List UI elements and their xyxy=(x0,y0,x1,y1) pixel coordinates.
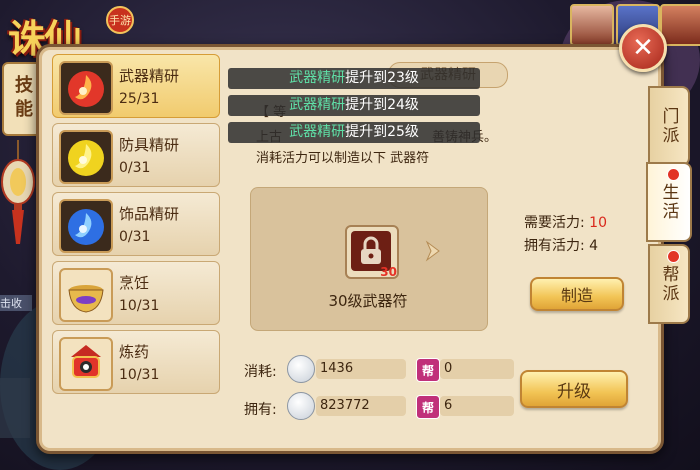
tab-label: 门派 xyxy=(658,107,679,145)
toast-text: 提升到25级 xyxy=(345,124,419,140)
silver-coin-icon xyxy=(287,355,315,383)
skill-item-name: 武器精研 xyxy=(119,67,180,85)
symbol-count: 30 xyxy=(380,265,397,279)
upgrade-button[interactable]: 升级 xyxy=(520,370,628,408)
level-up-toast: 武器精研提升到24级 xyxy=(228,95,480,116)
hud-chat-panel xyxy=(0,378,30,438)
alchemy-furnace-icon xyxy=(59,337,113,391)
skill-item-level: 0/31 xyxy=(119,160,151,176)
arrow-right-icon xyxy=(425,240,440,262)
party-avatar[interactable] xyxy=(660,4,700,46)
cost-guild: 0 xyxy=(440,359,514,379)
level-up-toast: 武器精研提升到23级 xyxy=(228,68,480,89)
skill-item-name: 炼药 xyxy=(119,343,150,361)
cooking-pot-icon xyxy=(59,268,113,322)
skill-item-armor[interactable]: 防具精研 0/31 xyxy=(52,123,220,187)
cost-label: 消耗: xyxy=(244,364,277,380)
tab-sect[interactable]: 门派 xyxy=(648,86,690,166)
guild-contribution-icon: 帮 xyxy=(416,358,440,382)
accessory-skill-icon xyxy=(59,199,113,253)
skill-item-cooking[interactable]: 烹饪 10/31 xyxy=(52,261,220,325)
tab-label: 帮派 xyxy=(658,265,679,303)
energy-owned: 拥有活力: 4 xyxy=(524,235,598,255)
skill-item-level: 10/31 xyxy=(119,367,160,383)
skill-item-weapon[interactable]: 武器精研 25/31 xyxy=(52,54,220,118)
toast-text: 提升到24级 xyxy=(345,97,419,113)
hud-chat-tab-label: 击收 xyxy=(0,297,22,310)
guild-contribution-icon: 帮 xyxy=(416,395,440,419)
skill-item-alchemy[interactable]: 炼药 10/31 xyxy=(52,330,220,394)
toast-text: 提升到23级 xyxy=(345,70,419,86)
own-label: 拥有: xyxy=(244,402,277,418)
skill-desc-line3: 消耗活力可以制造以下 武器符 xyxy=(256,151,430,166)
energy-required-value: 10 xyxy=(589,215,607,231)
skill-item-accessory[interactable]: 饰品精研 0/31 xyxy=(52,192,220,256)
close-icon: ✕ xyxy=(632,33,654,63)
energy-required-label: 需要活力: xyxy=(524,215,585,231)
notification-dot xyxy=(667,168,680,181)
hud-chat-tab[interactable]: 击收 xyxy=(0,295,32,311)
notification-dot xyxy=(667,250,680,263)
own-guild: 6 xyxy=(440,396,514,416)
skill-item-level: 25/31 xyxy=(119,91,160,107)
energy-required: 需要活力: 10 xyxy=(524,212,607,232)
silver-coin-icon xyxy=(287,392,315,420)
tab-label: 生活 xyxy=(658,183,679,221)
toast-highlight: 武器精研 xyxy=(289,124,346,140)
level-up-toast: 武器精研提升到25级 xyxy=(228,122,480,143)
skill-list: 武器精研 25/31 防具精研 0/31 饰品精研 0/31 烹饪 10/31 … xyxy=(52,54,222,399)
skill-item-name: 防具精研 xyxy=(119,136,180,154)
craft-button[interactable]: 制造 xyxy=(530,277,624,311)
skill-item-level: 0/31 xyxy=(119,229,151,245)
skill-item-level: 10/31 xyxy=(119,298,160,314)
own-silver: 823772 xyxy=(316,396,406,416)
energy-owned-value: 4 xyxy=(589,238,599,254)
skill-item-name: 烹饪 xyxy=(119,274,150,292)
energy-owned-label: 拥有活力: xyxy=(524,238,585,254)
close-button[interactable]: ✕ xyxy=(619,24,667,72)
party-avatar[interactable] xyxy=(570,4,614,46)
weapon-skill-icon xyxy=(59,61,113,115)
skill-item-name: 饰品精研 xyxy=(119,205,180,223)
lantern-icon xyxy=(1,140,35,244)
weapon-symbol-slot[interactable]: 30 xyxy=(345,225,399,279)
logo-badge: 手游 xyxy=(106,6,134,34)
armor-skill-icon xyxy=(59,130,113,184)
skill-side-tab-label: 技能 xyxy=(12,75,33,123)
cost-silver: 1436 xyxy=(316,359,406,379)
toast-highlight: 武器精研 xyxy=(289,97,346,113)
symbol-name: 30级武器符 xyxy=(328,292,408,310)
toast-highlight: 武器精研 xyxy=(289,70,346,86)
